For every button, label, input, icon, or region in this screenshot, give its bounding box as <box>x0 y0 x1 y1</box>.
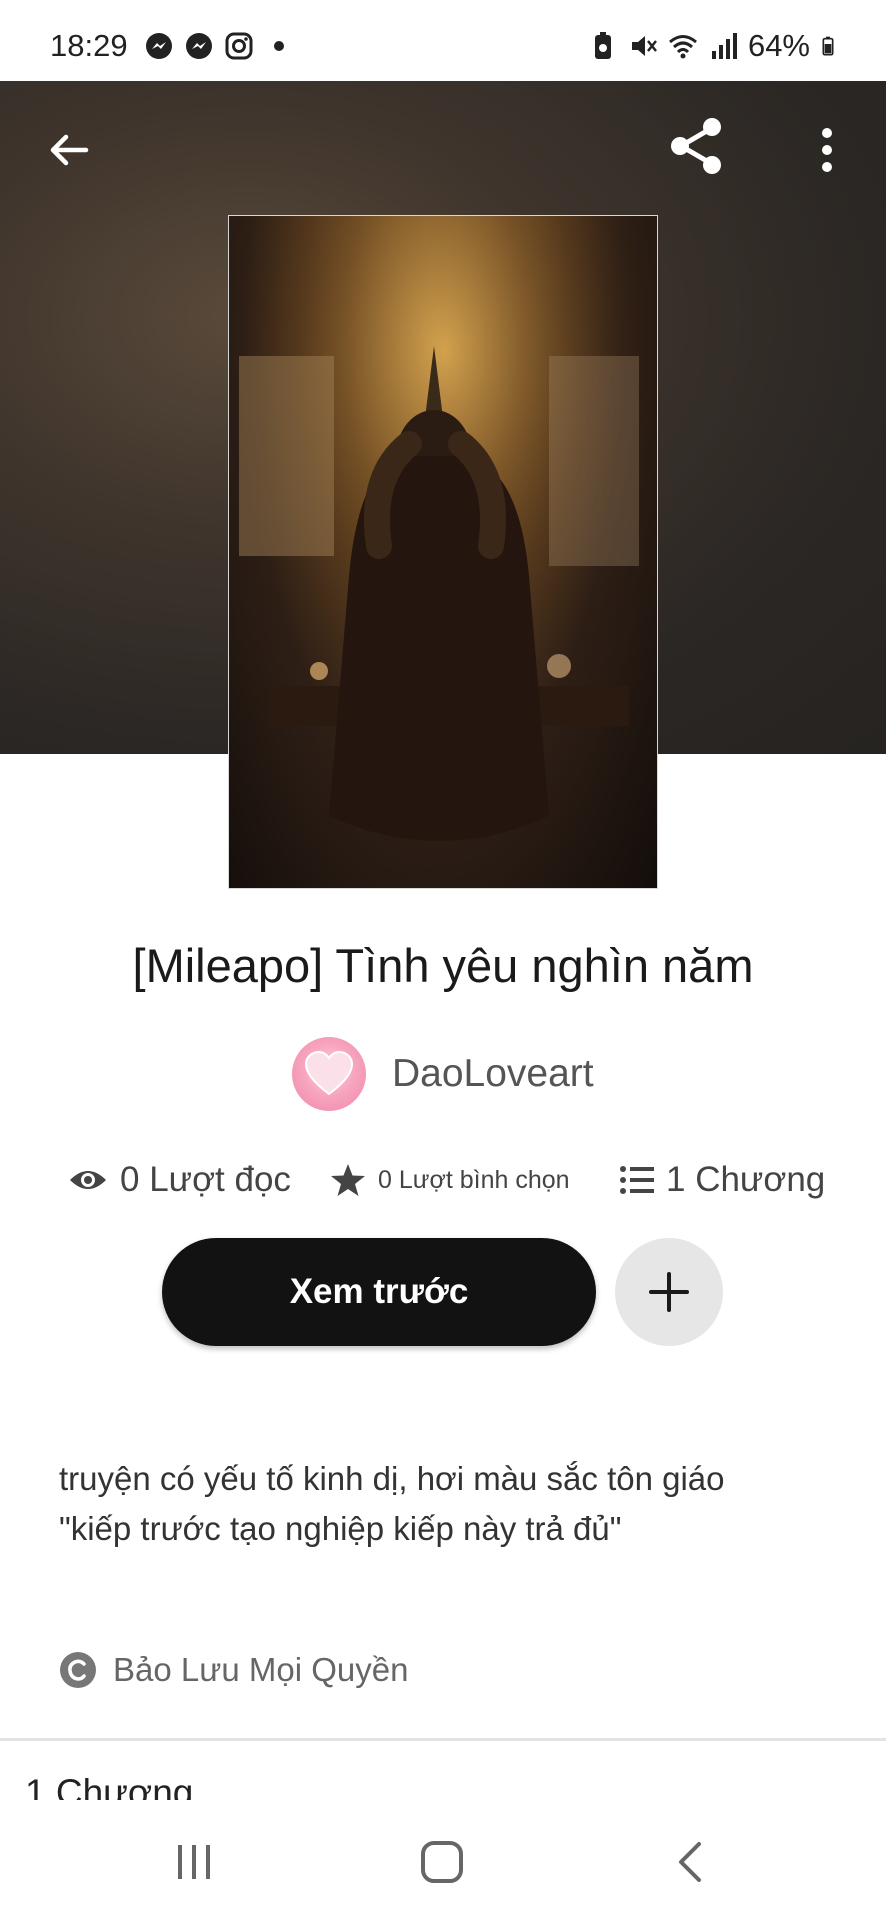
messenger-icon <box>185 33 212 59</box>
star-icon <box>331 1164 365 1196</box>
author-link[interactable]: DaoLoveart <box>292 1037 594 1111</box>
story-cover-image <box>228 215 658 889</box>
status-bar: 18:29 64% <box>0 0 886 81</box>
signal-icon <box>711 33 737 59</box>
list-icon <box>620 1166 654 1194</box>
instagram-icon <box>225 32 253 60</box>
plus-icon <box>649 1272 689 1312</box>
back-button[interactable] <box>34 115 104 185</box>
recents-icon <box>178 1845 210 1879</box>
reads-stat: 0 Lượt đọc <box>68 1152 291 1208</box>
system-back-button[interactable] <box>650 1822 730 1902</box>
heart-icon <box>304 1051 354 1096</box>
votes-stat: 0 Lượt bình chọn <box>330 1152 570 1208</box>
battery-icon <box>822 36 834 56</box>
system-nav-bar <box>0 1800 886 1920</box>
votes-count: 0 Lượt bình chọn <box>378 1165 570 1194</box>
status-left: 18:29 <box>50 28 294 64</box>
mute-icon <box>631 36 657 56</box>
share-icon <box>671 118 721 174</box>
recents-button[interactable] <box>154 1822 234 1902</box>
divider <box>0 1738 886 1741</box>
parts-stat: 1 Chương <box>620 1152 825 1208</box>
share-button[interactable] <box>662 111 732 181</box>
wifi-icon <box>668 35 697 59</box>
cover-illustration <box>229 216 657 888</box>
author-name: DaoLoveart <box>392 1052 594 1095</box>
battery-percent: 64% <box>747 28 810 63</box>
copyright-text: Bảo Lưu Mọi Quyền <box>113 1651 409 1688</box>
home-button[interactable] <box>402 1822 482 1902</box>
story-description: truyện có yếu tố kinh dị, hơi màu sắc tô… <box>59 1454 839 1554</box>
avatar <box>292 1037 366 1111</box>
eye-icon <box>70 1171 106 1189</box>
add-to-library-button[interactable] <box>615 1238 723 1346</box>
more-options-button[interactable] <box>792 115 862 185</box>
status-right: 64% <box>588 28 840 64</box>
parts-section-header: 1 Chương <box>25 1772 194 1801</box>
arrow-left-icon <box>50 134 89 166</box>
story-title: [Mileapo] Tình yêu nghìn năm <box>132 939 754 992</box>
more-vertical-icon <box>822 128 832 172</box>
home-icon <box>421 1841 463 1883</box>
dot-icon <box>273 41 284 51</box>
description-line: "kiếp trước tạo nghiệp kiếp này trả đủ" <box>59 1510 622 1547</box>
description-line: truyện có yếu tố kinh dị, hơi màu sắc tô… <box>59 1460 725 1497</box>
copyright-icon <box>60 1652 96 1688</box>
status-time: 18:29 <box>50 28 128 63</box>
copyright-notice: Bảo Lưu Mọi Quyền <box>59 1651 408 1689</box>
preview-button[interactable]: Xem trước <box>162 1238 596 1346</box>
story-stats: 0 Lượt đọc 0 Lượt bình chọn 1 Chương <box>0 1152 886 1208</box>
parts-count: 1 Chương <box>666 1160 826 1199</box>
reads-count: 0 Lượt đọc <box>120 1160 291 1199</box>
back-chevron-icon <box>679 1842 701 1882</box>
messenger-icon <box>145 33 172 59</box>
battery-saver-icon <box>594 32 611 59</box>
